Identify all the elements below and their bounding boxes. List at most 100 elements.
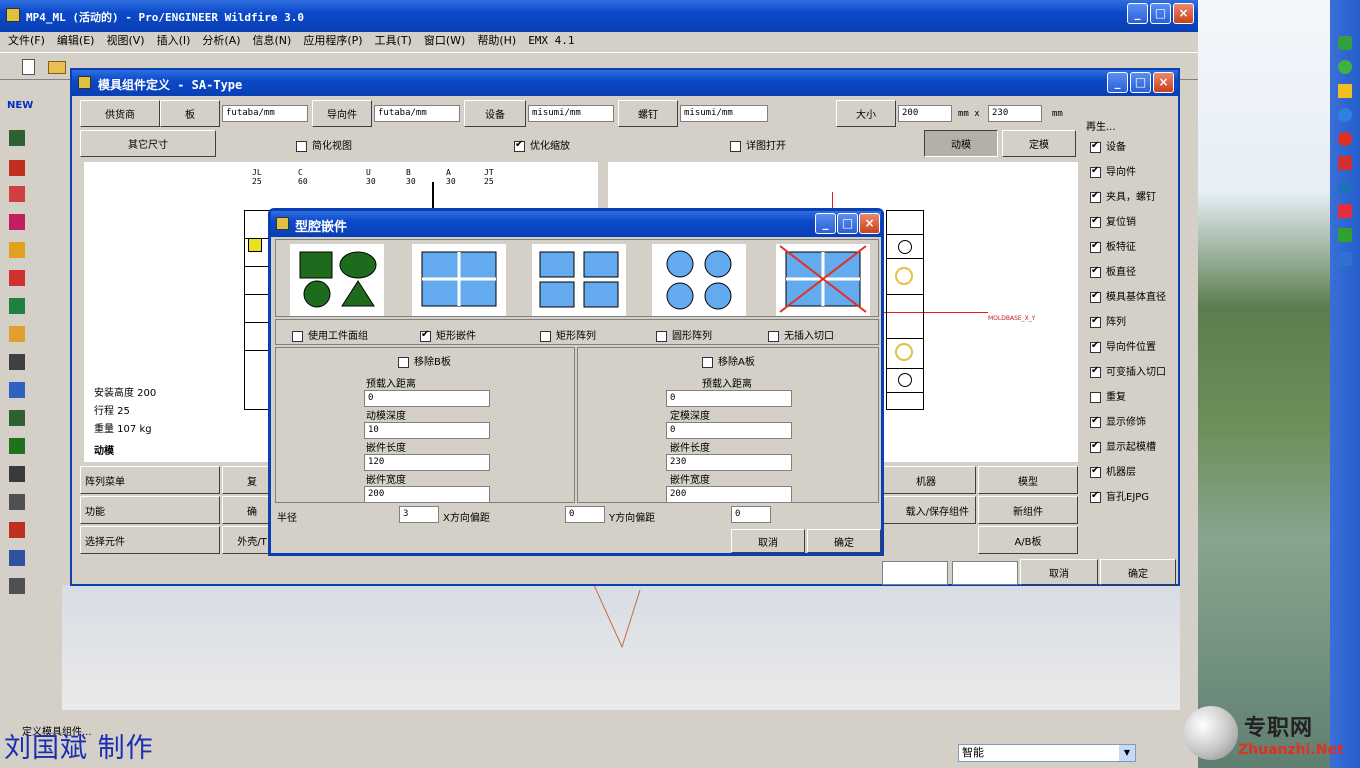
no-cut-option[interactable]: 无插入切口 [768,327,834,342]
feature-icon-3[interactable] [9,186,25,202]
insert-ok-button[interactable]: 确定 [807,529,881,553]
remove-a-check[interactable] [702,356,713,368]
plate-button[interactable]: 板 [160,100,220,127]
warning-icon[interactable] [1338,84,1352,98]
app-icon-2[interactable] [1338,156,1352,170]
rect-insert-check[interactable] [420,329,431,342]
feature-icon-5[interactable] [9,242,25,258]
screw-button[interactable]: 螺钉 [618,100,678,127]
b-length-field[interactable]: 120 [364,454,490,471]
regen-item-check[interactable] [1090,315,1101,328]
menu-insert[interactable]: 插入(I) [157,32,191,50]
rect-insert-type-icon[interactable] [412,244,506,316]
b-preload-field[interactable]: 0 [364,390,490,407]
equipment-button[interactable]: 设备 [464,100,526,127]
regen-item[interactable]: 盲孔EJPG [1090,488,1149,503]
regen-item-check[interactable] [1090,265,1101,278]
mold-close-button[interactable]: × [1153,72,1174,93]
a-preload-field[interactable]: 0 [666,390,792,407]
regen-item[interactable]: 阵列 [1090,313,1126,328]
feature-icon-10[interactable] [9,382,25,398]
feature-icon-17[interactable] [9,578,25,594]
model-button[interactable]: 模型 [978,466,1078,494]
regen-item-check[interactable] [1090,415,1101,428]
regen-item-check[interactable] [1090,365,1101,378]
rect-array-check[interactable] [540,330,551,342]
rect-array-type-icon[interactable] [532,244,626,316]
no-cut-type-icon[interactable] [776,244,870,316]
load-save-button[interactable]: 载入/保存组件 [876,496,976,524]
feature-icon-14[interactable] [9,494,25,510]
new-component-button[interactable]: 新组件 [978,496,1078,524]
a-width-field[interactable]: 200 [666,486,792,503]
regen-item-check[interactable] [1090,440,1101,453]
mushroom-icon[interactable] [1338,132,1352,146]
other-dims-button[interactable]: 其它尺寸 [80,130,216,157]
feature-icon-9[interactable] [9,354,25,370]
simplified-view-check[interactable] [296,140,307,152]
menu-help[interactable]: 帮助(H) [477,32,516,50]
a-depth-field[interactable]: 0 [666,422,792,439]
workpiece-type-icon[interactable] [290,244,384,316]
feature-icon-13[interactable] [9,466,25,482]
b-depth-field[interactable]: 10 [364,422,490,439]
simplified-view-checkbox[interactable]: 简化视图 [296,137,352,152]
a-length-field[interactable]: 230 [666,454,792,471]
regen-item-check[interactable] [1090,215,1101,228]
feature-icon-15[interactable] [9,522,25,538]
ab-plate-button[interactable]: A/B板 [978,526,1078,554]
graphics-area[interactable] [62,585,1180,710]
regen-item[interactable]: 显示修饰 [1090,413,1146,428]
feature-icon-11[interactable] [9,410,25,426]
feature-icon-6[interactable] [9,270,25,286]
menu-applications[interactable]: 应用程序(P) [303,32,362,50]
feature-icon-1[interactable] [9,130,25,146]
regen-item-check[interactable] [1090,465,1101,478]
b-width-field[interactable]: 200 [364,486,490,503]
rect-array-option[interactable]: 矩形阵列 [540,327,596,342]
regen-item[interactable]: 显示起模槽 [1090,438,1156,453]
feature-icon-12[interactable] [9,438,25,454]
guide-button[interactable]: 导向件 [312,100,372,127]
size-y-field[interactable]: 230 [988,105,1042,122]
regen-item[interactable]: 复位销 [1090,213,1136,228]
screw-supplier-field[interactable]: misumi/mm [680,105,768,122]
feature-icon-4[interactable] [9,214,25,230]
fixed-mold-button[interactable]: 定模 [1002,130,1076,157]
no-cut-check[interactable] [768,330,779,342]
circle-array-option[interactable]: 圆形阵列 [656,327,712,342]
menu-edit[interactable]: 编辑(E) [57,32,95,50]
circle-array-check[interactable] [656,330,667,342]
regen-item[interactable]: 可变插入切口 [1090,363,1166,378]
insert-close-button[interactable]: × [859,213,880,234]
size-x-field[interactable]: 200 [898,105,952,122]
use-workpiece-check[interactable] [292,330,303,342]
menu-emx[interactable]: EMX 4.1 [528,32,574,50]
globe-icon[interactable] [1338,108,1352,122]
menu-tools[interactable]: 工具(T) [375,32,412,50]
insert-maximize-button[interactable]: □ [837,213,858,234]
optimize-zoom-check[interactable] [514,139,525,152]
new-icon[interactable]: NEW [7,100,33,111]
regen-item[interactable]: 机器层 [1090,463,1136,478]
regen-item-check[interactable] [1090,391,1101,403]
size-button[interactable]: 大小 [836,100,896,127]
insert-minimize-button[interactable]: _ [815,213,836,234]
use-workpiece-option[interactable]: 使用工件面组 [292,327,368,342]
close-button[interactable]: × [1173,3,1194,24]
menu-window[interactable]: 窗口(W) [424,32,465,50]
refresh-icon[interactable] [1338,60,1352,74]
regen-item-check[interactable] [1090,140,1101,153]
feature-icon-2[interactable] [9,160,25,176]
remove-a-option[interactable]: 移除A板 [702,353,755,368]
minimize-button[interactable]: _ [1127,3,1148,24]
remove-b-check[interactable] [398,356,409,368]
new-file-icon[interactable] [22,59,35,75]
optimize-zoom-checkbox[interactable]: 优化缩放 [514,137,570,152]
regen-item-check[interactable] [1090,290,1101,303]
menu-info[interactable]: 信息(N) [253,32,292,50]
regen-item-check[interactable] [1090,190,1101,203]
menu-view[interactable]: 视图(V) [106,32,144,50]
equipment-supplier-field[interactable]: misumi/mm [528,105,614,122]
maximize-button[interactable]: □ [1150,3,1171,24]
